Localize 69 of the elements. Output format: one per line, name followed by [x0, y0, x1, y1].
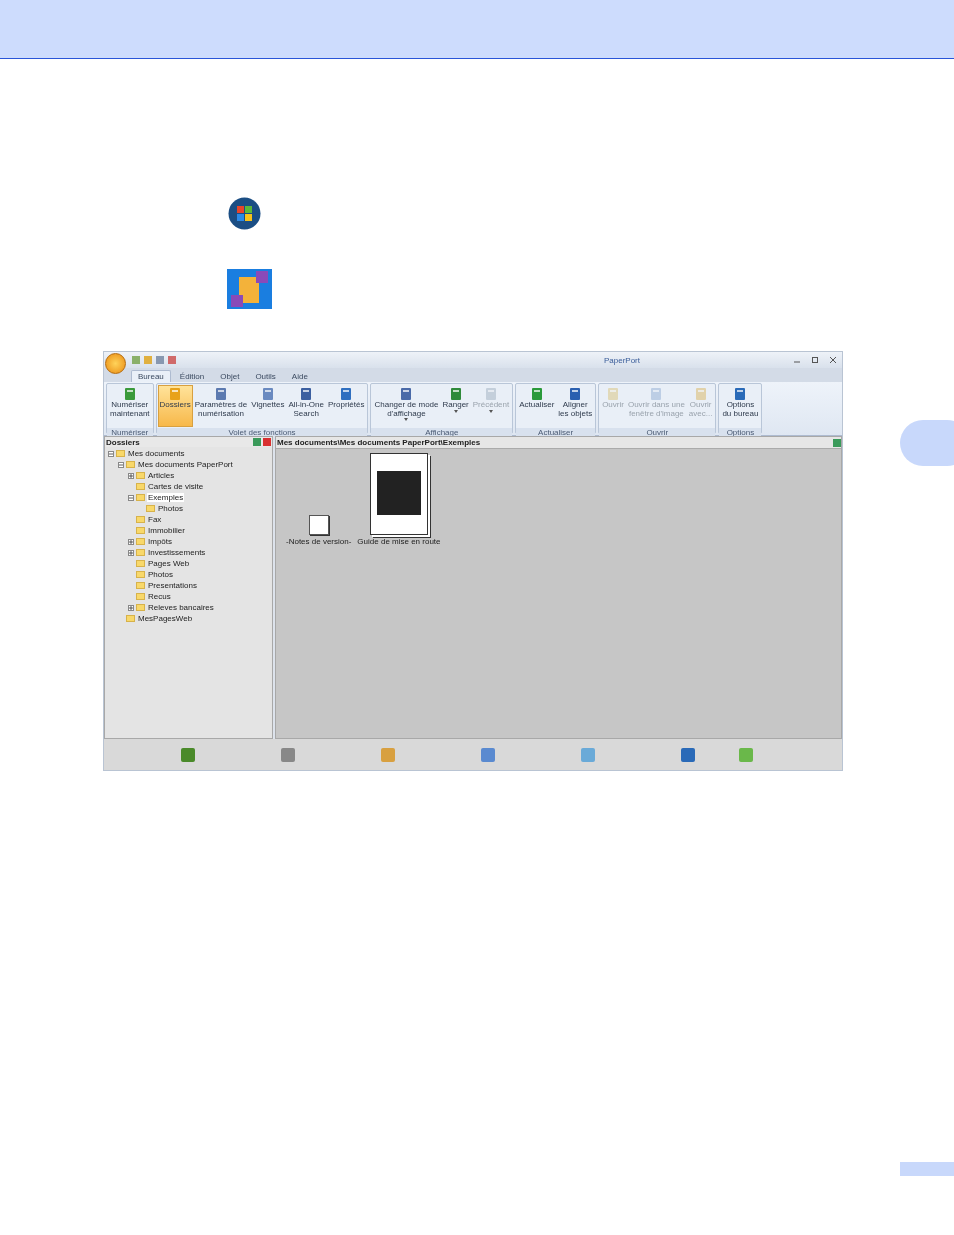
send-to-icon[interactable]	[680, 746, 696, 763]
folder-item[interactable]: Photos	[147, 570, 174, 579]
start-orb-icon	[228, 197, 261, 230]
ribbon-button[interactable]: Options du bureau	[720, 385, 761, 427]
document-icon	[260, 387, 275, 401]
document-icon	[649, 387, 664, 401]
caret-icon	[453, 409, 458, 413]
ribbon-button[interactable]: Propriétés	[326, 385, 367, 427]
expander-icon[interactable]	[108, 450, 114, 457]
ribbon-tab[interactable]: Bureau	[131, 370, 171, 382]
folder-item[interactable]: Exemples	[147, 493, 185, 502]
expander-icon[interactable]	[128, 604, 134, 611]
folder-item[interactable]: Investissements	[147, 548, 207, 557]
path-title: Mes documents\Mes documents PaperPort\Exemples	[277, 438, 482, 447]
document-icon[interactable]	[308, 515, 329, 535]
folder-item[interactable]: Recus	[147, 592, 172, 601]
ribbon-tab[interactable]: Outils	[248, 370, 283, 382]
folder-item[interactable]: Pages Web	[147, 559, 191, 568]
document-icon	[339, 387, 354, 401]
document-label[interactable]: Guide de mise en route	[357, 537, 441, 546]
document-icon	[448, 387, 463, 401]
window-title: PaperPort	[603, 355, 641, 365]
folder-item[interactable]: MesPagesWeb	[137, 614, 194, 623]
expander-icon[interactable]	[128, 494, 134, 501]
document-icon	[399, 387, 414, 401]
ribbon-button[interactable]: Changer de mode d'affichage	[372, 385, 441, 427]
expander-icon[interactable]	[118, 461, 124, 468]
send-to-icon[interactable]	[480, 746, 496, 763]
send-to-icon[interactable]	[738, 746, 754, 763]
document-label[interactable]: -Notes de version-	[286, 537, 352, 546]
expander-icon[interactable]	[128, 549, 134, 556]
document-thumbnail[interactable]	[369, 453, 428, 535]
folder-item[interactable]: Photos	[157, 504, 184, 513]
document-icon	[733, 387, 748, 401]
restore-icon[interactable]	[812, 357, 818, 363]
paperport-app-icon	[227, 269, 272, 309]
folder-item[interactable]: Mes documents	[127, 449, 186, 458]
ribbon-button[interactable]: Paramètres de numérisation	[192, 385, 250, 427]
folder-item[interactable]: Mes documents PaperPort	[137, 460, 234, 469]
ribbon-tab[interactable]: Édition	[172, 370, 212, 382]
folder-item[interactable]: Immobilier	[147, 526, 186, 535]
folder-item[interactable]: Impôts	[147, 537, 173, 546]
send-to-icon[interactable]	[180, 746, 196, 763]
panel-title: Dossiers	[106, 437, 141, 447]
folder-item[interactable]: Articles	[147, 471, 176, 480]
ribbon-button[interactable]: Aligner les objets	[556, 385, 595, 427]
document-icon	[484, 387, 498, 401]
folder-item[interactable]: Releves bancaires	[147, 603, 215, 612]
folder-item[interactable]: Cartes de visite	[147, 482, 205, 491]
document-icon	[122, 387, 137, 401]
caret-icon	[489, 409, 493, 413]
send-to-icon[interactable]	[580, 746, 596, 763]
ribbon-button[interactable]: Dossiers	[157, 385, 193, 427]
ribbon-button[interactable]: Ranger	[440, 385, 471, 427]
ribbon-tab[interactable]: Objet	[213, 370, 247, 382]
ribbon-button[interactable]: Vignettes	[249, 385, 287, 427]
send-to-icon[interactable]	[380, 746, 396, 763]
document-icon	[568, 387, 583, 401]
folder-item[interactable]: Presentations	[147, 581, 198, 590]
document-icon	[213, 387, 228, 401]
expander-icon[interactable]	[128, 472, 134, 479]
ribbon-tab[interactable]: Aide	[284, 370, 315, 382]
folder-item[interactable]: Fax	[147, 515, 163, 524]
ribbon-button[interactable]: Numériser maintenant	[108, 385, 152, 427]
ribbon-button[interactable]: All-in-One Search	[286, 385, 326, 427]
caret-icon	[404, 418, 409, 421]
expander-icon[interactable]	[128, 538, 134, 545]
send-to-icon[interactable]	[280, 746, 296, 763]
ribbon-button[interactable]: Actualiser	[517, 385, 557, 427]
